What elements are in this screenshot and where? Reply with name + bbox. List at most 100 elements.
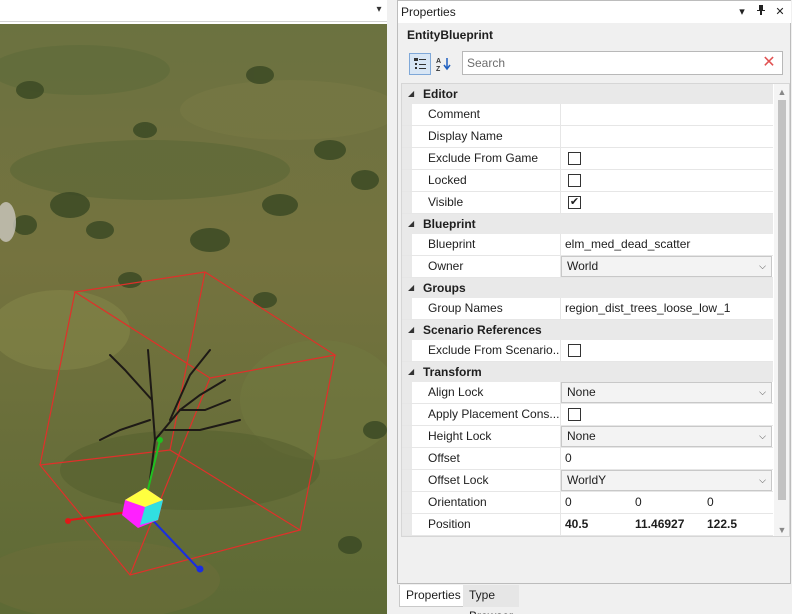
category-groups[interactable]: ◢ Groups	[402, 278, 773, 298]
vector-component-y[interactable]: 0	[635, 492, 642, 513]
property-value-cell[interactable]	[560, 170, 773, 191]
row-gutter	[402, 126, 412, 147]
property-name: Exclude From Game	[428, 151, 539, 165]
property-row-height-lock[interactable]: Height Lock None ⌵	[402, 426, 773, 448]
categorized-icon	[414, 58, 426, 69]
vector-component-z[interactable]: 0	[707, 492, 714, 513]
search-input[interactable]	[467, 55, 752, 71]
terrain-scene	[0, 24, 387, 614]
property-value-vector[interactable]: 0 0 0	[560, 492, 773, 513]
collapse-triangle-icon[interactable]: ◢	[408, 320, 414, 340]
checkbox[interactable]	[568, 174, 581, 187]
property-name: Apply Placement Cons...	[428, 407, 559, 421]
property-dropdown[interactable]: WorldY ⌵	[561, 470, 772, 491]
vertical-scrollbar[interactable]: ▲ ▼	[774, 84, 789, 536]
vector-component-z[interactable]: 122.5	[707, 514, 737, 535]
panel-menu-icon[interactable]: ▾	[735, 4, 749, 20]
row-gutter	[402, 148, 412, 169]
checkbox[interactable]	[568, 408, 581, 421]
property-row-blueprint[interactable]: Blueprint elm_med_dead_scatter	[402, 234, 773, 256]
viewport-menu-icon[interactable]: ▾	[372, 3, 386, 17]
scroll-down-icon[interactable]: ▼	[774, 522, 789, 536]
category-blueprint[interactable]: ◢ Blueprint	[402, 214, 773, 234]
property-value-vector[interactable]: 40.5 11.46927 122.5	[560, 514, 773, 535]
category-label: Editor	[423, 87, 458, 101]
panel-splitter[interactable]	[387, 0, 397, 614]
property-value-field[interactable]	[560, 104, 773, 125]
checkbox[interactable]	[568, 152, 581, 165]
property-value-cell[interactable]: World ⌵	[560, 256, 773, 277]
category-editor[interactable]: ◢ Editor	[402, 84, 773, 104]
categorized-view-button[interactable]	[409, 53, 431, 75]
row-gutter	[402, 256, 412, 277]
property-row-orientation[interactable]: Orientation 0 0 0	[402, 492, 773, 514]
scrollbar-thumb[interactable]	[778, 100, 786, 500]
property-dropdown[interactable]: None ⌵	[561, 382, 772, 403]
property-row-apply-placement-cons[interactable]: Apply Placement Cons...	[402, 404, 773, 426]
alphabetical-sort-button[interactable]: A Z	[433, 53, 455, 75]
property-row-exclude-from-scenario[interactable]: Exclude From Scenario...	[402, 340, 773, 362]
property-name: Height Lock	[428, 429, 492, 443]
row-gutter	[402, 382, 412, 403]
property-dropdown[interactable]: None ⌵	[561, 426, 772, 447]
viewport-canvas[interactable]	[0, 24, 387, 614]
property-value-field[interactable]: region_dist_trees_loose_low_1	[560, 298, 773, 319]
tab-type-browser[interactable]: Type Browser	[463, 585, 519, 614]
property-row-exclude-from-game[interactable]: Exclude From Game	[402, 148, 773, 170]
property-value-field[interactable]	[560, 126, 773, 147]
property-grid-rows: ◢ Editor Comment Display Name Exclude From G…	[402, 84, 773, 536]
property-row-locked[interactable]: Locked	[402, 170, 773, 192]
property-value-field[interactable]: elm_med_dead_scatter	[560, 234, 773, 255]
collapse-triangle-icon[interactable]: ◢	[408, 362, 414, 382]
close-icon[interactable]: ✕	[773, 4, 787, 20]
row-gutter	[402, 448, 412, 469]
tab-properties[interactable]: Properties	[399, 585, 468, 607]
property-value-cell[interactable]	[560, 340, 773, 361]
vector-component-y[interactable]: 11.46927	[635, 514, 684, 535]
property-row-comment[interactable]: Comment	[402, 104, 773, 126]
dropdown-value: None	[567, 385, 596, 399]
property-value-cell[interactable]: None ⌵	[560, 426, 773, 447]
vector-component-x[interactable]: 40.5	[565, 514, 588, 535]
property-name: Align Lock	[428, 385, 484, 399]
category-transform[interactable]: ◢ Transform	[402, 362, 773, 382]
pin-icon[interactable]	[754, 4, 768, 20]
property-name: Offset Lock	[428, 473, 489, 487]
property-value-cell[interactable]: None ⌵	[560, 382, 773, 403]
property-row-offset-lock[interactable]: Offset Lock WorldY ⌵	[402, 470, 773, 492]
search-box[interactable]: ✕	[462, 51, 783, 75]
row-gutter	[402, 426, 412, 447]
chevron-down-icon[interactable]: ⌵	[759, 471, 766, 490]
scene-viewport[interactable]: ▾	[0, 0, 389, 614]
clear-search-icon[interactable]: ✕	[762, 55, 776, 71]
vector-component-x[interactable]: 0	[565, 492, 572, 513]
category-label: Transform	[423, 365, 482, 379]
checkbox[interactable]	[568, 344, 581, 357]
property-row-position[interactable]: Position 40.5 11.46927 122.5	[402, 514, 773, 536]
collapse-triangle-icon[interactable]: ◢	[408, 278, 414, 298]
property-row-offset[interactable]: Offset 0	[402, 448, 773, 470]
property-row-align-lock[interactable]: Align Lock None ⌵	[402, 382, 773, 404]
collapse-triangle-icon[interactable]: ◢	[408, 214, 414, 234]
property-row-display-name[interactable]: Display Name	[402, 126, 773, 148]
property-value-cell[interactable]	[560, 404, 773, 425]
scroll-up-icon[interactable]: ▲	[774, 84, 789, 100]
chevron-down-icon[interactable]: ⌵	[759, 427, 766, 446]
category-scenario-references[interactable]: ◢ Scenario References	[402, 320, 773, 340]
chevron-down-icon[interactable]: ⌵	[759, 257, 766, 276]
property-value-cell[interactable]	[560, 148, 773, 169]
property-name: Orientation	[428, 495, 487, 509]
property-value-cell[interactable]: ✔	[560, 192, 773, 213]
property-name: Group Names	[428, 301, 503, 315]
property-value-cell[interactable]: WorldY ⌵	[560, 470, 773, 491]
property-grid[interactable]: ◢ Editor Comment Display Name Exclude From G…	[401, 83, 790, 537]
property-row-owner[interactable]: Owner World ⌵	[402, 256, 773, 278]
property-name: Display Name	[428, 129, 503, 143]
property-row-visible[interactable]: Visible ✔	[402, 192, 773, 214]
property-row-group-names[interactable]: Group Names region_dist_trees_loose_low_1	[402, 298, 773, 320]
chevron-down-icon[interactable]: ⌵	[759, 383, 766, 402]
property-value-field[interactable]: 0	[560, 448, 773, 469]
property-dropdown[interactable]: World ⌵	[561, 256, 772, 277]
collapse-triangle-icon[interactable]: ◢	[408, 84, 414, 104]
checkbox-checked[interactable]: ✔	[568, 196, 581, 209]
